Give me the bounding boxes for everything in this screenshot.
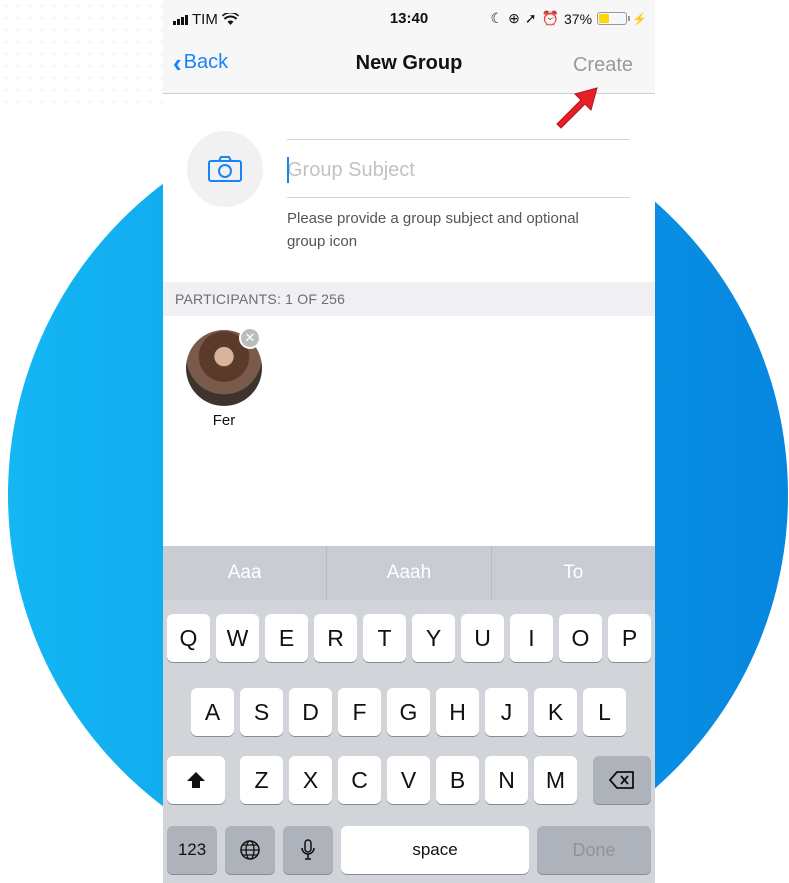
key-a[interactable]: A bbox=[191, 688, 234, 736]
key-n[interactable]: N bbox=[485, 756, 528, 804]
participant-name: Fer bbox=[212, 412, 236, 429]
numbers-key[interactable]: 123 bbox=[167, 826, 217, 874]
divider bbox=[287, 197, 630, 198]
suggestion-item[interactable]: To bbox=[490, 546, 655, 600]
group-icon-button[interactable] bbox=[187, 131, 263, 207]
key-m[interactable]: M bbox=[534, 756, 577, 804]
delete-icon bbox=[608, 771, 634, 789]
location-icon: ➚ bbox=[524, 10, 537, 26]
charging-icon: ⚡ bbox=[632, 11, 647, 26]
key-z[interactable]: Z bbox=[240, 756, 283, 804]
key-d[interactable]: D bbox=[289, 688, 332, 736]
suggestion-bar: Aaa Aaah To bbox=[163, 546, 655, 600]
suggestion-item[interactable]: Aaah bbox=[326, 546, 490, 600]
create-button[interactable]: Create bbox=[573, 54, 633, 77]
key-b[interactable]: B bbox=[436, 756, 479, 804]
key-h[interactable]: H bbox=[436, 688, 479, 736]
divider bbox=[287, 139, 630, 140]
alarm-icon: ⏰ bbox=[541, 10, 560, 26]
key-q[interactable]: Q bbox=[167, 614, 210, 662]
text-cursor bbox=[287, 157, 289, 183]
shift-key[interactable] bbox=[167, 756, 225, 804]
key-f[interactable]: F bbox=[338, 688, 381, 736]
group-subject-input[interactable] bbox=[287, 152, 630, 188]
rotation-lock-icon: ⊕ bbox=[508, 10, 520, 26]
moon-icon: ☾ bbox=[490, 10, 504, 26]
globe-icon bbox=[240, 840, 260, 860]
key-t[interactable]: T bbox=[363, 614, 406, 662]
key-w[interactable]: W bbox=[216, 614, 259, 662]
dictation-key[interactable] bbox=[283, 826, 333, 874]
key-e[interactable]: E bbox=[265, 614, 308, 662]
battery-icon bbox=[597, 12, 631, 25]
battery-percent: 37% bbox=[564, 10, 593, 27]
key-j[interactable]: J bbox=[485, 688, 528, 736]
key-r[interactable]: R bbox=[314, 614, 357, 662]
backspace-key[interactable] bbox=[593, 756, 651, 804]
key-u[interactable]: U bbox=[461, 614, 504, 662]
globe-key[interactable] bbox=[225, 826, 275, 874]
key-c[interactable]: C bbox=[338, 756, 381, 804]
done-key[interactable]: Done bbox=[537, 826, 651, 874]
space-key[interactable]: space bbox=[341, 826, 529, 874]
suggestion-item[interactable]: Aaa bbox=[163, 546, 326, 600]
subject-hint: Please provide a group subject and optio… bbox=[287, 210, 579, 250]
keyboard: Aaa Aaah To Q W E R T Y U I O P A S D F … bbox=[163, 546, 655, 883]
status-bar: TIM 13:40 ☾ ⊕ ➚ ⏰ 37% ⚡ bbox=[163, 0, 655, 36]
key-y[interactable]: Y bbox=[412, 614, 455, 662]
key-k[interactable]: K bbox=[534, 688, 577, 736]
participants-header: PARTICIPANTS: 1 OF 256 bbox=[163, 282, 655, 316]
key-g[interactable]: G bbox=[387, 688, 430, 736]
key-x[interactable]: X bbox=[289, 756, 332, 804]
key-v[interactable]: V bbox=[387, 756, 430, 804]
key-i[interactable]: I bbox=[510, 614, 553, 662]
camera-icon bbox=[208, 156, 242, 182]
phone-screen: TIM 13:40 ☾ ⊕ ➚ ⏰ 37% ⚡ ‹ Back New Group… bbox=[163, 0, 655, 883]
key-o[interactable]: O bbox=[559, 614, 602, 662]
microphone-icon bbox=[301, 839, 315, 860]
red-arrow-annotation-icon bbox=[556, 87, 598, 129]
remove-participant-button[interactable]: ✕ bbox=[239, 327, 261, 349]
key-l[interactable]: L bbox=[583, 688, 626, 736]
shift-arrow-icon bbox=[187, 772, 205, 788]
key-s[interactable]: S bbox=[240, 688, 283, 736]
key-p[interactable]: P bbox=[608, 614, 651, 662]
